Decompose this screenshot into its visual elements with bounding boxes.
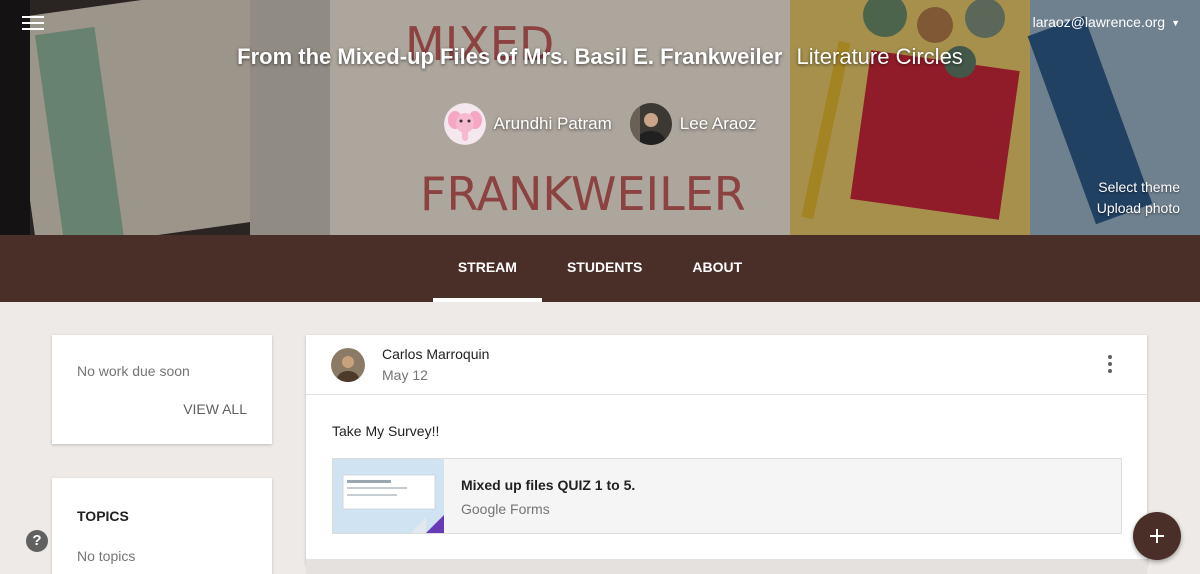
class-header-banner: MIXED FRANKWEILER laraoz@lawrence.org ▼ F…: [0, 0, 1200, 235]
add-post-button[interactable]: [1133, 512, 1181, 560]
post-body: Take My Survey!!: [332, 423, 440, 439]
person-photo-avatar: [629, 103, 672, 145]
class-tabs: STREAM STUDENTS ABOUT: [0, 235, 1200, 302]
topics-heading: TOPICS: [77, 508, 129, 524]
view-all-button[interactable]: VIEW ALL: [183, 401, 247, 417]
upload-photo-link[interactable]: Upload photo: [1097, 198, 1180, 219]
post-divider: [306, 394, 1147, 395]
select-theme-link[interactable]: Select theme: [1097, 177, 1180, 198]
stream-post: Carlos Marroquin May 12 Take My Survey!!…: [306, 335, 1147, 565]
teacher-lee[interactable]: Lee Araoz: [629, 103, 757, 145]
account-switcher[interactable]: laraoz@lawrence.org ▼: [1033, 14, 1180, 30]
teacher-name: Arundhi Patram: [493, 114, 612, 133]
caret-down-icon: ▼: [1171, 18, 1180, 29]
upcoming-work-card: No work due soon VIEW ALL: [52, 335, 272, 444]
no-topics-text: No topics: [77, 548, 136, 564]
attachment-google-form[interactable]: Mixed up files QUIZ 1 to 5. Google Forms: [332, 458, 1122, 534]
teacher-list: Arundhi Patram Lee Araoz: [0, 103, 1200, 145]
class-name: From the Mixed-up Files of Mrs. Basil E.…: [237, 44, 783, 69]
teacher-arundhi[interactable]: Arundhi Patram: [443, 103, 612, 145]
no-work-text: No work due soon: [77, 363, 190, 379]
author-avatar[interactable]: [331, 348, 365, 382]
tab-stream[interactable]: STREAM: [432, 235, 543, 302]
class-title: From the Mixed-up Files of Mrs. Basil E.…: [0, 44, 1200, 70]
attachment-source: Google Forms: [461, 501, 550, 517]
account-email: laraoz@lawrence.org: [1032, 14, 1166, 30]
tab-about[interactable]: ABOUT: [667, 235, 767, 302]
main-menu-button[interactable]: [20, 12, 46, 34]
post-author[interactable]: Carlos Marroquin: [382, 346, 489, 362]
banner-actions: Select theme Upload photo: [1097, 177, 1180, 219]
hamburger-icon: [22, 16, 44, 18]
form-thumbnail: [333, 459, 444, 533]
tab-students[interactable]: STUDENTS: [542, 235, 667, 302]
help-icon[interactable]: ?: [26, 530, 48, 552]
attachment-title: Mixed up files QUIZ 1 to 5.: [461, 477, 636, 493]
class-section: Literature Circles: [796, 44, 963, 69]
teacher-name: Lee Araoz: [679, 114, 757, 133]
pink-elephant-avatar: [443, 103, 486, 145]
more-options-icon[interactable]: [1103, 355, 1117, 375]
post-date: May 12: [382, 367, 428, 383]
comment-bar: [306, 559, 1147, 574]
topics-card: TOPICS No topics: [52, 478, 272, 574]
